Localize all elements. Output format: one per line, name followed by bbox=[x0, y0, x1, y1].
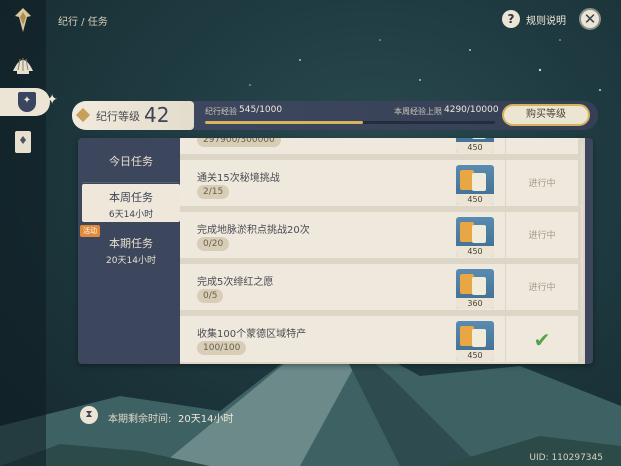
tab-label: 本期任务 bbox=[109, 237, 153, 250]
task-list-scrollbar[interactable] bbox=[581, 144, 583, 358]
task-progress: 100/100 bbox=[197, 341, 247, 355]
task-status: ✔ bbox=[505, 316, 578, 364]
remaining-time-label: 本期剩余时间: bbox=[108, 414, 172, 425]
task-row: 完成地脉淤积点挑战20次 0/20 450 进行中 bbox=[180, 212, 578, 261]
task-title: 通关15次秘境挑战 bbox=[197, 173, 280, 184]
breadcrumb: 纪行 / 任务 bbox=[58, 17, 108, 28]
task-progress: 0/5 bbox=[197, 289, 224, 303]
tab-daily[interactable]: 今日任务 bbox=[82, 140, 180, 180]
task-row: 通关15次秘境挑战 2/15 450 进行中 bbox=[180, 160, 578, 209]
reward-item[interactable]: 450 bbox=[456, 217, 494, 257]
reward-item[interactable]: 450 bbox=[456, 321, 494, 361]
emblem-icon[interactable] bbox=[9, 6, 37, 34]
divider bbox=[82, 182, 178, 183]
task-list[interactable]: 297900/300000 450 通关15次秘境挑战 2/15 450 进行中… bbox=[180, 138, 585, 364]
task-progress: 0/20 bbox=[197, 237, 230, 251]
help-icon: ? bbox=[502, 10, 520, 28]
hourglass-icon: ⧗ bbox=[80, 406, 98, 424]
exp-ticket-icon bbox=[472, 225, 486, 243]
tab-season[interactable]: 本期任务 20天14小时 bbox=[82, 230, 180, 270]
task-row: 收集100个蒙德区域特产 100/100 450 ✔ bbox=[180, 316, 578, 364]
diamond-icon bbox=[75, 107, 91, 123]
reward-amount: 450 bbox=[456, 246, 494, 257]
exp-label: 纪行经验 bbox=[205, 107, 237, 116]
task-row: 297900/300000 450 bbox=[180, 138, 578, 157]
tab-label: 今日任务 bbox=[109, 155, 153, 168]
rules-help-label: 规则说明 bbox=[526, 15, 566, 27]
exp-ticket-icon bbox=[472, 277, 486, 295]
exp-ticket-icon bbox=[472, 173, 486, 191]
level-value: 42 bbox=[144, 103, 170, 127]
mission-tabs: 今日任务 本周任务 6天14小时 活动 本期任务 20天14小时 bbox=[78, 138, 180, 364]
mission-panel: 今日任务 本周任务 6天14小时 活动 本期任务 20天14小时 297900/… bbox=[78, 138, 593, 364]
level-bar: 纪行等级 42 纪行经验 545/1000 本周经验上限 4290/10000 … bbox=[72, 101, 598, 130]
reward-item[interactable]: 450 bbox=[456, 165, 494, 205]
shell-icon[interactable] bbox=[9, 50, 37, 78]
task-status: 进行中 bbox=[505, 264, 578, 313]
exp-progress-bar bbox=[205, 121, 495, 124]
remaining-time-value: 20天14小时 bbox=[178, 414, 234, 425]
task-title: 完成5次绯红之愿 bbox=[197, 277, 274, 288]
level-label: 纪行等级 bbox=[96, 110, 140, 123]
reward-amount: 360 bbox=[456, 298, 494, 309]
task-progress: 297900/300000 bbox=[197, 138, 281, 147]
card-icon[interactable] bbox=[9, 128, 37, 156]
task-progress: 2/15 bbox=[197, 185, 230, 199]
reward-item[interactable]: 450 bbox=[456, 138, 494, 153]
side-rail: ✦ ✦ bbox=[0, 0, 58, 466]
reward-amount: 450 bbox=[456, 194, 494, 205]
scroll-thumb[interactable] bbox=[581, 204, 583, 294]
weekly-cap-value: 4290/10000 bbox=[444, 105, 499, 115]
task-status: 进行中 bbox=[505, 160, 578, 209]
task-title: 完成地脉淤积点挑战20次 bbox=[197, 225, 310, 236]
checkmark-icon: ✔ bbox=[533, 328, 551, 352]
exp-ticket-icon bbox=[472, 138, 486, 139]
buy-level-button[interactable]: 购买等级 bbox=[502, 104, 590, 126]
tab-weekly[interactable]: 本周任务 6天14小时 bbox=[82, 184, 180, 222]
exp-value: 545/1000 bbox=[239, 105, 283, 115]
tab-timer: 20天14小时 bbox=[106, 256, 156, 266]
task-status: 进行中 bbox=[505, 212, 578, 261]
exp-ticket-icon bbox=[472, 329, 486, 347]
reward-item[interactable]: 360 bbox=[456, 269, 494, 309]
task-status bbox=[505, 138, 578, 157]
task-row: 完成5次绯红之愿 0/5 360 进行中 bbox=[180, 264, 578, 313]
tab-timer: 6天14小时 bbox=[108, 210, 154, 220]
tab-missions[interactable]: ✦ ✦ bbox=[0, 88, 58, 116]
exp-progress-fill bbox=[205, 121, 364, 124]
task-title: 收集100个蒙德区域特产 bbox=[197, 329, 307, 340]
close-button[interactable]: ✕ bbox=[579, 8, 601, 30]
reward-amount: 450 bbox=[456, 142, 494, 153]
level-box: 纪行等级 42 bbox=[72, 101, 194, 130]
rules-help-button[interactable]: ? 规则说明 bbox=[502, 10, 566, 28]
sparkle-icon: ✦ bbox=[46, 92, 58, 108]
weekly-cap-label: 本周经验上限 bbox=[394, 107, 442, 116]
tab-label: 本周任务 bbox=[109, 191, 153, 204]
banner-icon: ✦ bbox=[18, 92, 36, 112]
uid-label: UID: 110297345 bbox=[529, 453, 603, 463]
reward-amount: 450 bbox=[456, 350, 494, 361]
